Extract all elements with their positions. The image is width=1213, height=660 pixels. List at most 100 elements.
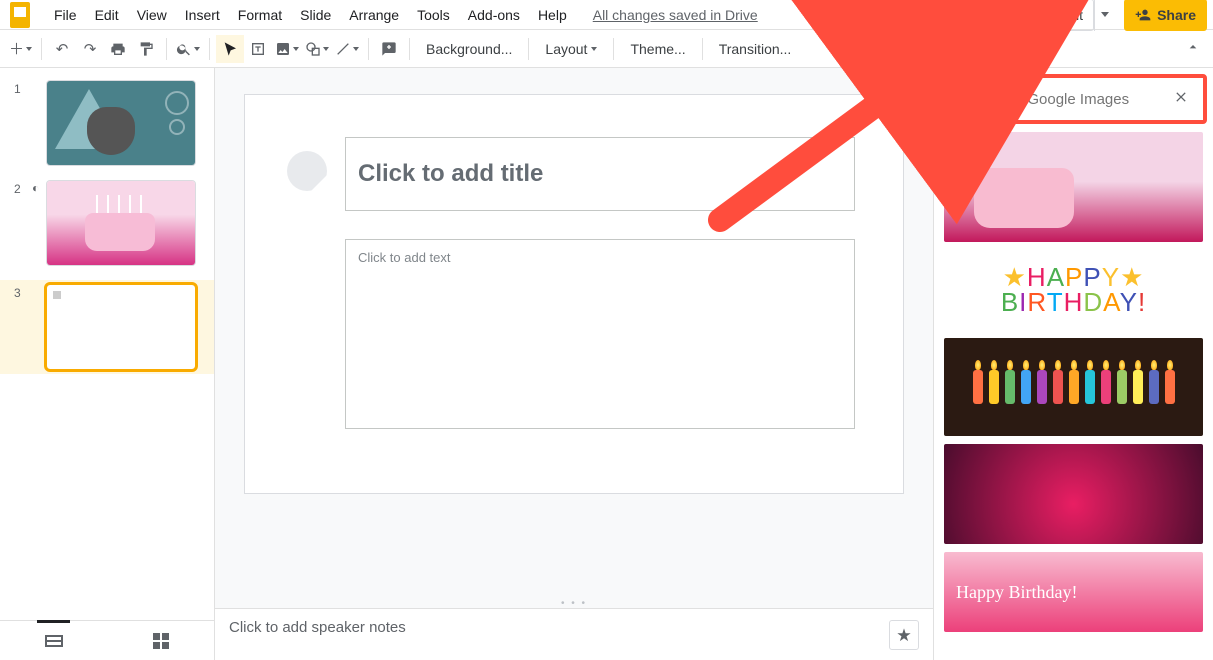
grid-icon bbox=[153, 633, 169, 649]
explore-icon bbox=[896, 627, 912, 643]
menu-format[interactable]: Format bbox=[230, 3, 290, 27]
chevron-up-icon bbox=[1185, 39, 1201, 55]
image-icon bbox=[275, 41, 291, 57]
canvas-scroll[interactable]: Click to add title Click to add text bbox=[215, 68, 933, 598]
textbox-icon bbox=[250, 41, 266, 57]
menu-edit[interactable]: Edit bbox=[87, 3, 127, 27]
present-icon bbox=[1013, 7, 1029, 23]
comment-icon bbox=[968, 7, 984, 23]
table-row: 2 ◐ bbox=[0, 180, 214, 266]
menu-addons[interactable]: Add-ons bbox=[460, 3, 528, 27]
image-search-panel: ★HAPPY★ BIRTHDAY! Happy Birthday! bbox=[933, 68, 1213, 660]
save-status[interactable]: All changes saved in Drive bbox=[593, 7, 758, 23]
shape-icon bbox=[305, 41, 321, 57]
grid-view-button[interactable] bbox=[107, 621, 214, 660]
search-highlight-annotation bbox=[940, 74, 1207, 124]
line-tool[interactable] bbox=[332, 35, 362, 63]
paint-roller-icon bbox=[138, 41, 154, 57]
share-avatar-placeholder[interactable] bbox=[922, 1, 950, 29]
chevron-down-icon bbox=[26, 47, 32, 51]
menu-tools[interactable]: Tools bbox=[409, 3, 458, 27]
separator bbox=[702, 38, 703, 60]
title-placeholder-text: Click to add title bbox=[358, 160, 543, 188]
present-button[interactable]: Present bbox=[1002, 0, 1094, 31]
menu-help[interactable]: Help bbox=[530, 3, 575, 27]
transition-button[interactable]: Transition... bbox=[709, 41, 802, 57]
present-dropdown[interactable] bbox=[1094, 0, 1114, 31]
image-tool[interactable] bbox=[272, 35, 302, 63]
line-icon bbox=[335, 41, 351, 57]
body-placeholder[interactable]: Click to add text bbox=[345, 239, 855, 429]
speaker-notes[interactable]: Click to add speaker notes bbox=[215, 608, 933, 660]
chevron-down-icon bbox=[293, 47, 299, 51]
menu-insert[interactable]: Insert bbox=[177, 3, 228, 27]
animation-icon: ◐ bbox=[32, 181, 39, 195]
explore-button[interactable] bbox=[889, 620, 919, 650]
filmstrip-icon bbox=[45, 635, 63, 647]
chevron-down-icon bbox=[323, 47, 329, 51]
separator bbox=[166, 38, 167, 60]
title-placeholder[interactable]: Click to add title bbox=[345, 137, 855, 211]
slides-logo[interactable] bbox=[6, 1, 34, 29]
textbox-tool[interactable] bbox=[244, 35, 272, 63]
image-result[interactable] bbox=[944, 338, 1203, 436]
image-result[interactable] bbox=[944, 132, 1203, 242]
image-results: ★HAPPY★ BIRTHDAY! Happy Birthday! bbox=[934, 132, 1213, 660]
print-button[interactable] bbox=[104, 35, 132, 63]
slide-decoration bbox=[287, 151, 327, 191]
comments-button[interactable] bbox=[960, 1, 992, 29]
menu-view[interactable]: View bbox=[129, 3, 175, 27]
separator bbox=[41, 38, 42, 60]
close-icon bbox=[1173, 89, 1189, 105]
slide-thumbnail-3[interactable] bbox=[46, 284, 196, 370]
clear-search-button[interactable] bbox=[1169, 89, 1193, 110]
image-result[interactable]: Happy Birthday! bbox=[944, 552, 1203, 632]
chevron-down-icon bbox=[591, 47, 597, 51]
layout-button[interactable]: Layout bbox=[535, 41, 607, 57]
menu-items: File Edit View Insert Format Slide Arran… bbox=[46, 3, 575, 27]
image-result[interactable]: ★HAPPY★ BIRTHDAY! bbox=[944, 250, 1203, 330]
new-slide-button[interactable]: ＋ bbox=[6, 35, 35, 63]
filmstrip-view-button[interactable] bbox=[0, 621, 107, 660]
menu-slide[interactable]: Slide bbox=[292, 3, 339, 27]
select-tool[interactable] bbox=[216, 35, 244, 63]
comment-tool[interactable] bbox=[375, 35, 403, 63]
slide-thumbnail-2[interactable] bbox=[46, 180, 196, 266]
image-search-input[interactable] bbox=[954, 91, 1169, 108]
body-placeholder-text: Click to add text bbox=[358, 250, 451, 265]
menu-arrange[interactable]: Arrange bbox=[341, 3, 407, 27]
zoom-button[interactable] bbox=[173, 35, 203, 63]
share-button[interactable]: Share bbox=[1124, 0, 1207, 31]
happy-birthday-graphic: ★HAPPY★ BIRTHDAY! bbox=[1001, 265, 1146, 314]
separator bbox=[409, 38, 410, 60]
account-avatar[interactable]: A bbox=[884, 1, 912, 29]
theme-button[interactable]: Theme... bbox=[620, 41, 695, 57]
menu-file[interactable]: File bbox=[46, 3, 85, 27]
slide-canvas[interactable]: Click to add title Click to add text bbox=[244, 94, 904, 494]
person-add-icon bbox=[1135, 7, 1151, 23]
main-area: 1 2 ◐ 3 bbox=[0, 68, 1213, 660]
table-row: 3 bbox=[0, 280, 214, 374]
image-result[interactable] bbox=[944, 444, 1203, 544]
image-result-text: Happy Birthday! bbox=[956, 582, 1077, 603]
undo-button[interactable]: ↶ bbox=[48, 35, 76, 63]
person-icon bbox=[928, 7, 944, 23]
collapse-toolbar-button[interactable] bbox=[1185, 39, 1201, 58]
notes-drag-handle[interactable]: • • • bbox=[215, 598, 933, 608]
chevron-down-icon bbox=[1101, 12, 1109, 17]
canvas-area: Click to add title Click to add text • •… bbox=[215, 68, 933, 660]
top-right-controls: A Present Share bbox=[884, 0, 1207, 29]
redo-button[interactable]: ↷ bbox=[76, 35, 104, 63]
slide-number: 2 bbox=[14, 180, 32, 266]
zoom-icon bbox=[176, 41, 192, 57]
shape-tool[interactable] bbox=[302, 35, 332, 63]
cursor-icon bbox=[222, 41, 238, 57]
paint-format-button[interactable] bbox=[132, 35, 160, 63]
slide-thumbnail-1[interactable] bbox=[46, 80, 196, 166]
filmstrip: 1 2 ◐ 3 bbox=[0, 68, 215, 660]
chevron-down-icon bbox=[194, 47, 200, 51]
background-button[interactable]: Background... bbox=[416, 41, 522, 57]
table-row: 1 bbox=[0, 80, 214, 166]
separator bbox=[613, 38, 614, 60]
separator bbox=[209, 38, 210, 60]
